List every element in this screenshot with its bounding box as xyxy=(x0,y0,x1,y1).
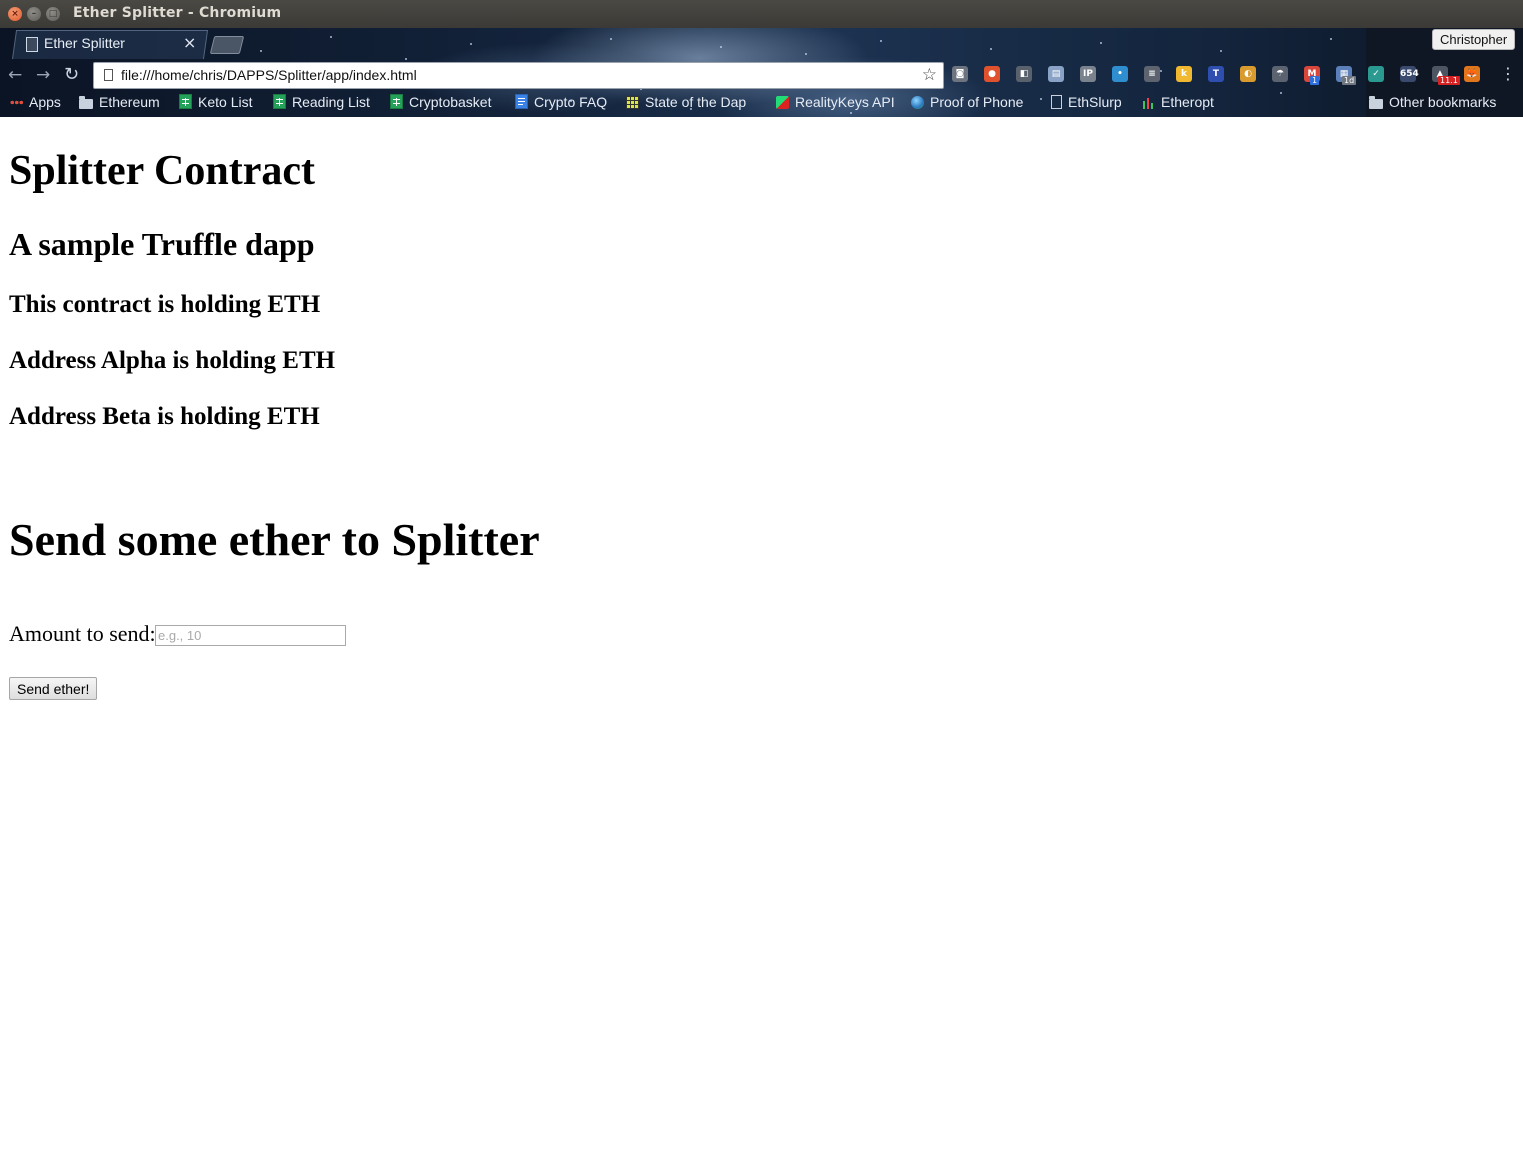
bookmark-cryptobasket[interactable]: Cryptobasket xyxy=(390,94,491,110)
tab-close-icon[interactable]: × xyxy=(183,33,196,52)
bookmark-label: Cryptobasket xyxy=(409,94,492,110)
sheet-icon xyxy=(179,94,192,109)
brave-icon[interactable]: ● xyxy=(984,66,1000,82)
send-ether-button[interactable]: Send ether! xyxy=(9,677,98,700)
doc-icon[interactable]: ▤ xyxy=(1048,66,1064,82)
calendar-badge: 1d xyxy=(1342,76,1357,85)
bookmark-label: Ethereum xyxy=(99,94,160,110)
send-heading: Send some ether to Splitter xyxy=(9,514,540,565)
star-decoration xyxy=(880,40,882,42)
reader-icon[interactable]: ◧ xyxy=(1016,66,1032,82)
bookmark-reading-list[interactable]: Reading List xyxy=(273,94,370,110)
dot-icon[interactable]: • xyxy=(1112,66,1128,82)
window-close-button[interactable]: × xyxy=(8,7,22,21)
globe-icon xyxy=(911,96,924,109)
database-icon[interactable]: ≡ xyxy=(1144,66,1160,82)
profile-button[interactable]: Christopher xyxy=(1432,29,1516,50)
back-icon[interactable]: ← xyxy=(8,65,22,85)
bookmark-label: Etheropt xyxy=(1161,94,1214,110)
tab-title: Ether Splitter xyxy=(44,35,125,51)
color-wheel-icon[interactable]: ◐ xyxy=(1240,66,1256,82)
star-decoration xyxy=(260,50,262,52)
trello-icon[interactable]: T xyxy=(1208,66,1224,82)
alpha-balance-text: Address Alpha is holding ETH xyxy=(9,347,336,374)
star-decoration xyxy=(1330,38,1332,40)
gmail-badge: 1 xyxy=(1310,76,1320,85)
sheet-icon xyxy=(273,94,286,109)
contract-balance-text: This contract is holding ETH xyxy=(9,291,321,318)
bookmark-realitykeys-api[interactable]: RealityKeys API xyxy=(776,94,895,110)
bookmark-etheropt[interactable]: Etheropt xyxy=(1143,94,1214,110)
window-title: Ether Splitter - Chromium xyxy=(73,5,282,21)
star-decoration xyxy=(405,58,407,60)
page-title: Splitter Contract xyxy=(9,148,315,194)
bookmark-apps[interactable]: Apps xyxy=(10,94,61,110)
bookmark-other-bookmarks[interactable]: Other bookmarks xyxy=(1369,94,1496,110)
pocket-icon[interactable]: ◙ xyxy=(952,66,968,82)
star-decoration xyxy=(330,36,332,38)
reload-icon[interactable]: ↻ xyxy=(64,64,79,85)
bookmarks-bar: Apps Ethereum Keto List Reading List Cryptob… xyxy=(0,90,1523,114)
counter-icon[interactable]: 654 xyxy=(1400,66,1419,82)
bookmark-ethslurp[interactable]: EthSlurp xyxy=(1051,94,1122,110)
bookmark-label: Other bookmarks xyxy=(1389,94,1497,110)
amount-input[interactable] xyxy=(155,625,346,646)
realitykeys-icon xyxy=(776,96,789,109)
star-decoration xyxy=(990,48,992,50)
page-icon xyxy=(1051,95,1062,109)
amount-label: Amount to send: xyxy=(9,621,156,646)
bookmark-crypto-faq[interactable]: Crypto FAQ xyxy=(515,94,607,110)
sheet-icon xyxy=(390,94,403,109)
window-minimize-button[interactable]: – xyxy=(27,7,41,21)
bookmark-ethereum[interactable]: Ethereum xyxy=(79,94,160,110)
bars-icon xyxy=(1143,97,1155,109)
star-decoration xyxy=(1220,50,1222,52)
star-decoration xyxy=(805,53,807,55)
bookmark-keto-list[interactable]: Keto List xyxy=(179,94,252,110)
bookmark-label: Keto List xyxy=(198,94,253,110)
bookmark-state-of-the-dap[interactable]: State of the Dap xyxy=(626,94,746,110)
new-tab-button[interactable] xyxy=(209,36,245,54)
bookmark-label: State of the Dap xyxy=(645,94,747,110)
checkmark-icon[interactable]: ✓ xyxy=(1368,66,1384,82)
bookmark-label: RealityKeys API xyxy=(795,94,895,110)
folder-icon xyxy=(79,96,93,109)
window-maximize-button[interactable]: □ xyxy=(46,7,60,21)
grid-icon xyxy=(626,96,639,109)
address-bar[interactable]: file:///home/chris/DAPPS/Splitter/app/in… xyxy=(93,62,944,89)
tab-ether-splitter[interactable]: Ether Splitter × xyxy=(20,30,202,58)
metamask-icon[interactable]: 🦊 xyxy=(1464,66,1480,82)
bookmark-label: Reading List xyxy=(292,94,370,110)
star-decoration xyxy=(1100,42,1102,44)
doc-icon xyxy=(515,94,528,109)
ip-icon[interactable]: IP xyxy=(1080,66,1096,82)
bookmark-star-icon[interactable]: ☆ xyxy=(922,65,937,85)
star-decoration xyxy=(470,43,472,45)
star-decoration xyxy=(720,46,722,48)
page-info-icon[interactable] xyxy=(104,69,113,81)
alert-badge: 11.1 xyxy=(1438,76,1460,85)
address-bar-url[interactable]: file:///home/chris/DAPPS/Splitter/app/in… xyxy=(121,67,417,83)
umbrella-icon[interactable]: ☂ xyxy=(1272,66,1288,82)
bookmark-label: Apps xyxy=(29,94,61,110)
star-decoration xyxy=(1160,70,1162,72)
star-decoration xyxy=(610,38,612,40)
browser-chrome: Ether Splitter × Christopher ← → ↻ file:… xyxy=(0,28,1523,117)
apps-icon xyxy=(10,96,23,109)
bookmark-proof-of-phone[interactable]: Proof of Phone xyxy=(911,94,1023,110)
bookmark-label: Crypto FAQ xyxy=(534,94,608,110)
forward-icon[interactable]: → xyxy=(36,65,50,85)
beta-balance-text: Address Beta is holding ETH xyxy=(9,403,320,430)
window-titlebar: × – □ Ether Splitter - Chromium xyxy=(0,0,1523,28)
bookmark-label: Proof of Phone xyxy=(930,94,1024,110)
page-favicon-icon xyxy=(26,37,38,52)
bookmark-label: EthSlurp xyxy=(1068,94,1122,110)
page-content: Splitter Contract A sample Truffle dapp … xyxy=(0,117,1523,1176)
page-subtitle: A sample Truffle dapp xyxy=(9,226,315,262)
folder-icon xyxy=(1369,96,1383,109)
browser-menu-icon[interactable]: ⋮ xyxy=(1500,64,1516,83)
keep-icon[interactable]: k xyxy=(1176,66,1192,82)
